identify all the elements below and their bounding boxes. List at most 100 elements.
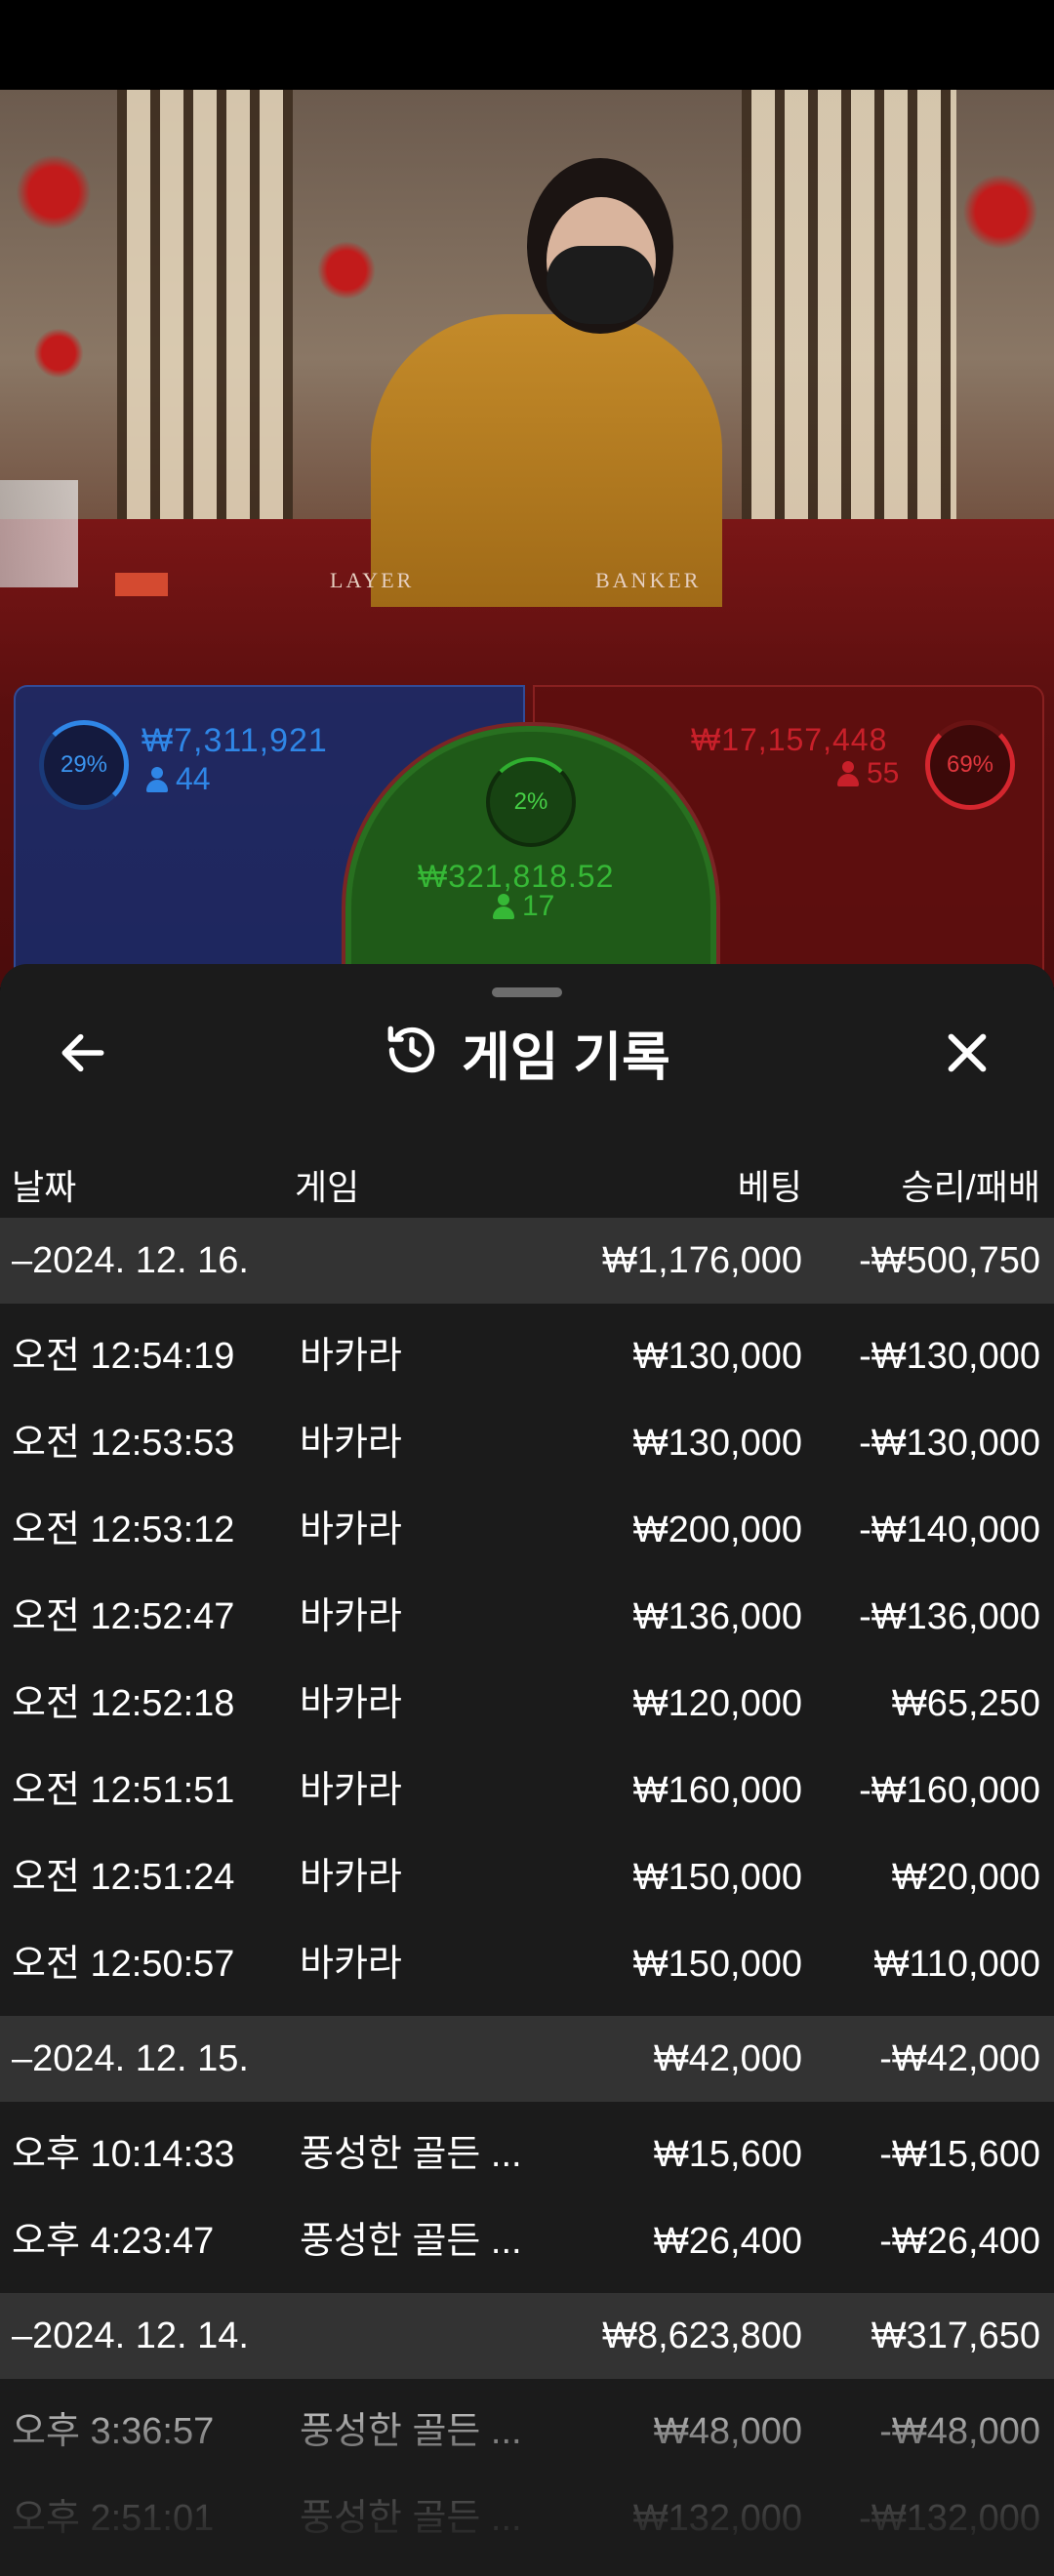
row-date: 오후 3:36:57 xyxy=(12,2411,215,2452)
person-icon xyxy=(146,766,168,792)
row-result: -₩15,600 xyxy=(879,2134,1040,2175)
row-game: 바카라 xyxy=(300,1423,402,1464)
row-result: -₩26,400 xyxy=(879,2221,1040,2262)
row-bet: ₩150,000 xyxy=(632,1857,802,1898)
row-bet: ₩132,000 xyxy=(632,2498,802,2539)
row-game: 바카라 xyxy=(300,1336,402,1377)
row-date: –2024. 12. 14. xyxy=(12,2315,249,2356)
row-result: -₩42,000 xyxy=(879,2038,1040,2079)
decorative-screen xyxy=(742,90,956,529)
person-icon xyxy=(837,761,859,786)
player-count: 44 xyxy=(146,761,211,797)
column-header-date: 날짜 xyxy=(12,1167,77,1207)
title-group: 게임 기록 xyxy=(0,1003,1054,1101)
page-title: 게임 기록 xyxy=(462,1027,670,1087)
row-result: -₩160,000 xyxy=(859,1770,1040,1811)
history-row[interactable]: 오후 3:36:57 풍성한 골든 ... ₩48,000 -₩48,000 xyxy=(0,2389,1054,2475)
date-group-row[interactable]: –2024. 12. 14. ₩8,623,800 ₩317,650 xyxy=(0,2293,1054,2379)
row-game: 바카라 xyxy=(300,1683,402,1724)
game-history-sheet: 게임 기록 날짜 게임 베팅 승리/패배 –2024. 12. 16. ₩1,17… xyxy=(0,964,1054,2576)
felt-banker-label: BANKER xyxy=(595,568,702,592)
banker-percent: 69% xyxy=(946,751,994,778)
back-button[interactable] xyxy=(49,1021,117,1089)
tie-count: 17 xyxy=(493,890,554,923)
decorative-screen xyxy=(117,90,293,529)
row-date: 오후 4:23:47 xyxy=(12,2221,215,2262)
player-percent-ring: 29% xyxy=(39,720,129,810)
player-percent: 29% xyxy=(60,751,108,778)
row-result: ₩65,250 xyxy=(891,1683,1040,1724)
date-group-row[interactable]: –2024. 12. 16. ₩1,176,000 -₩500,750 xyxy=(0,1218,1054,1304)
row-date: 오전 12:52:47 xyxy=(12,1596,235,1637)
history-row[interactable]: 오전 12:54:19 바카라 ₩130,000 -₩130,000 xyxy=(0,1313,1054,1399)
history-row[interactable]: 오전 12:52:47 바카라 ₩136,000 -₩136,000 xyxy=(0,1574,1054,1660)
dealer-mask xyxy=(547,246,654,324)
row-date: 오전 12:51:51 xyxy=(12,1770,235,1811)
row-date: 오전 12:52:18 xyxy=(12,1683,235,1724)
blossom-decoration xyxy=(956,168,1044,256)
row-result: ₩20,000 xyxy=(891,1857,1040,1898)
row-bet: ₩120,000 xyxy=(632,1683,802,1724)
player-count-value: 44 xyxy=(176,761,211,796)
row-game: 풍성한 골든 ... xyxy=(300,2221,522,2262)
row-bet: ₩26,400 xyxy=(653,2221,802,2262)
column-header-result: 승리/패배 xyxy=(901,1167,1040,1207)
row-bet: ₩8,623,800 xyxy=(602,2315,802,2356)
blossom-decoration xyxy=(10,148,98,236)
blossom-decoration xyxy=(312,236,381,304)
row-result: ₩317,650 xyxy=(871,2315,1040,2356)
player-amount: ₩7,311,921 xyxy=(142,722,328,759)
tie-percent-ring: 2% xyxy=(486,757,576,847)
row-game: 바카라 xyxy=(300,1770,402,1811)
drag-handle[interactable] xyxy=(492,987,562,997)
history-row[interactable]: 오전 12:53:12 바카라 ₩200,000 -₩140,000 xyxy=(0,1487,1054,1573)
row-game: 풍성한 골든 ... xyxy=(300,2498,522,2539)
row-bet: ₩136,000 xyxy=(632,1596,802,1637)
history-row[interactable]: 오전 12:51:51 바카라 ₩160,000 -₩160,000 xyxy=(0,1748,1054,1833)
blossom-decoration xyxy=(29,324,88,382)
row-game: 바카라 xyxy=(300,1944,402,1985)
row-date: 오전 12:53:53 xyxy=(12,1423,235,1464)
row-game: 바카라 xyxy=(300,1509,402,1550)
banker-percent-ring: 69% xyxy=(925,720,1015,810)
card-shoe xyxy=(0,480,78,587)
row-date: 오후 2:51:01 xyxy=(12,2498,215,2539)
row-game: 바카라 xyxy=(300,1596,402,1637)
row-bet: ₩48,000 xyxy=(653,2411,802,2452)
row-date: 오전 12:54:19 xyxy=(12,1336,235,1377)
history-row[interactable]: 오후 2:51:01 풍성한 골든 ... ₩132,000 -₩132,000 xyxy=(0,2475,1054,2561)
row-date: –2024. 12. 15. xyxy=(12,2038,249,2079)
banker-count-value: 55 xyxy=(867,757,900,789)
history-row[interactable]: 오전 12:53:53 바카라 ₩130,000 -₩130,000 xyxy=(0,1400,1054,1486)
banker-count: 55 xyxy=(837,757,899,790)
column-header-game: 게임 xyxy=(295,1167,360,1207)
row-result: -₩48,000 xyxy=(879,2411,1040,2452)
playing-card xyxy=(115,573,168,596)
row-bet: ₩42,000 xyxy=(653,2038,802,2079)
row-date: 오전 12:51:24 xyxy=(12,1857,235,1898)
close-button[interactable] xyxy=(933,1021,1001,1089)
arrow-left-icon xyxy=(56,1026,110,1085)
row-bet: ₩200,000 xyxy=(632,1509,802,1550)
row-game: 풍성한 골든 ... xyxy=(300,2134,522,2175)
row-result: ₩110,000 xyxy=(873,1944,1040,1985)
row-date: –2024. 12. 16. xyxy=(12,1240,249,1281)
row-bet: ₩130,000 xyxy=(632,1423,802,1464)
history-row[interactable]: 오후 4:23:47 풍성한 골든 ... ₩26,400 -₩26,400 xyxy=(0,2198,1054,2284)
banker-amount: ₩17,157,448 xyxy=(691,722,888,757)
history-row[interactable]: 오전 12:51:24 바카라 ₩150,000 ₩20,000 xyxy=(0,1834,1054,1920)
felt-player-label: LAYER xyxy=(330,568,415,592)
date-group-row[interactable]: –2024. 12. 15. ₩42,000 -₩42,000 xyxy=(0,2016,1054,2102)
history-row[interactable]: 오전 12:50:57 바카라 ₩150,000 ₩110,000 xyxy=(0,1921,1054,2007)
row-result: -₩130,000 xyxy=(859,1423,1040,1464)
row-result: -₩500,750 xyxy=(859,1240,1040,1281)
row-result: -₩140,000 xyxy=(859,1509,1040,1550)
row-game: 풍성한 골든 ... xyxy=(300,2411,522,2452)
row-result: -₩136,000 xyxy=(859,1596,1040,1637)
history-icon xyxy=(384,1022,440,1083)
tie-count-value: 17 xyxy=(522,890,555,922)
history-row[interactable]: 오후 10:14:33 풍성한 골든 ... ₩15,600 -₩15,600 xyxy=(0,2112,1054,2197)
tie-percent: 2% xyxy=(513,788,548,815)
history-row[interactable]: 오전 12:52:18 바카라 ₩120,000 ₩65,250 xyxy=(0,1661,1054,1747)
person-icon xyxy=(493,894,514,919)
